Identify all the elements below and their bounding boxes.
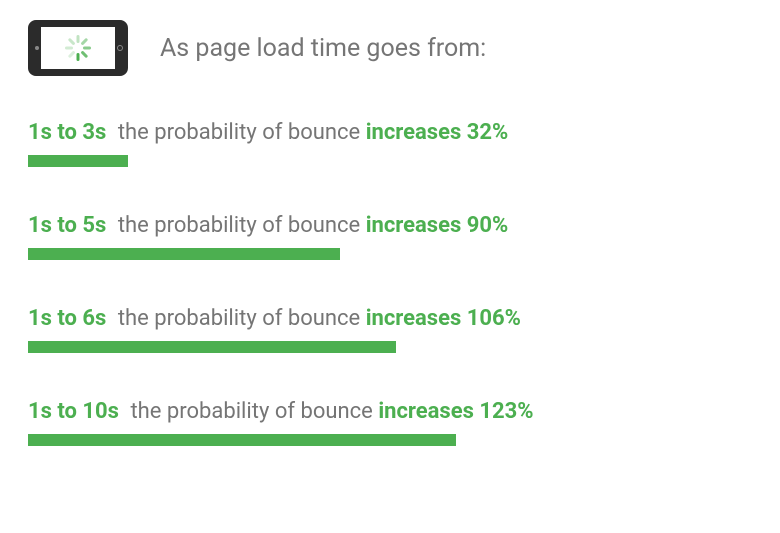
mid-text: the probability of bounce [118,120,360,145]
row-text: 1s to 10s the probability of bounce incr… [28,399,752,424]
row-text: 1s to 6s the probability of bounce incre… [28,306,752,331]
header: As page load time goes from: [28,20,752,76]
range-label: 1s to 10s [28,399,119,424]
bar [28,248,340,260]
impact-label: increases 123% [378,399,533,424]
range-label: 1s to 3s [28,120,106,145]
impact-label: increases 106% [366,306,521,331]
range-label: 1s to 6s [28,306,106,331]
data-row: 1s to 5s the probability of bounce incre… [28,213,752,260]
data-row: 1s to 3s the probability of bounce incre… [28,120,752,167]
mid-text: the probability of bounce [118,213,360,238]
bar [28,155,128,167]
mid-text: the probability of bounce [130,399,372,424]
row-text: 1s to 3s the probability of bounce incre… [28,120,752,145]
bar [28,341,396,353]
impact-label: increases 90% [366,213,509,238]
data-row: 1s to 6s the probability of bounce incre… [28,306,752,353]
impact-label: increases 32% [366,120,509,145]
phone-loading-icon [28,20,128,76]
range-label: 1s to 5s [28,213,106,238]
bar [28,434,456,446]
data-row: 1s to 10s the probability of bounce incr… [28,399,752,446]
mid-text: the probability of bounce [118,306,360,331]
page-title: As page load time goes from: [160,34,486,63]
row-text: 1s to 5s the probability of bounce incre… [28,213,752,238]
spinner-icon [65,35,91,61]
